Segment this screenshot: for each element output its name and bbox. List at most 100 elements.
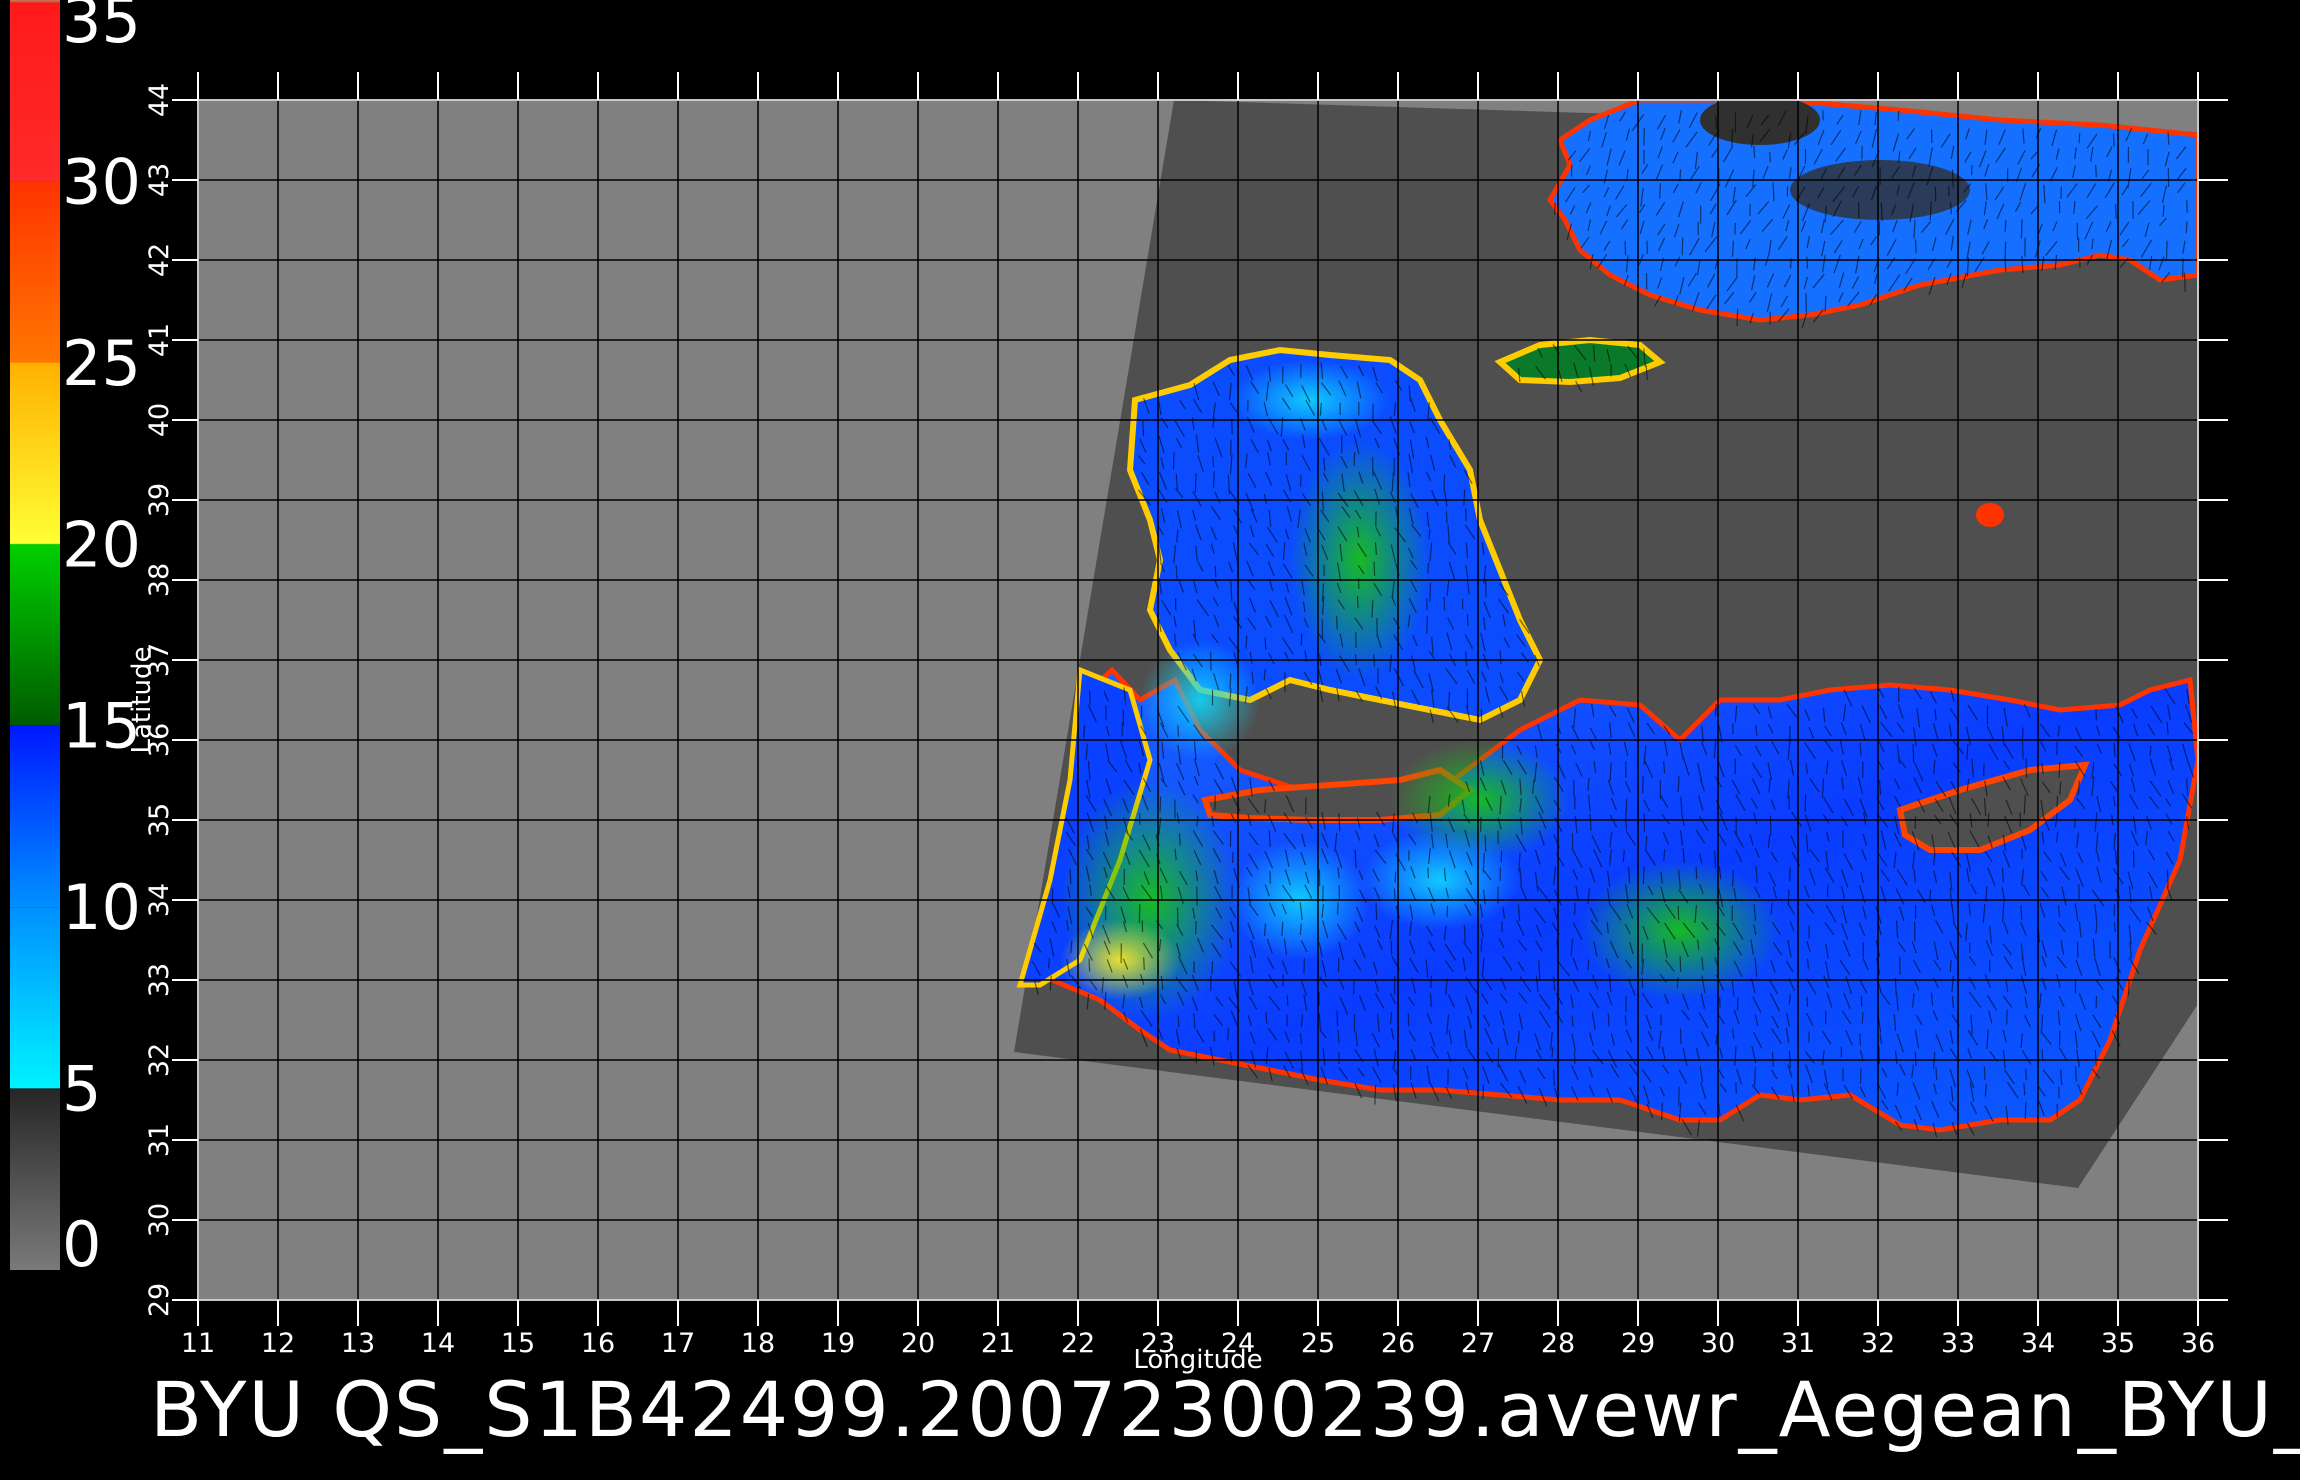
wind-vector [1679, 1028, 1682, 1045]
color-scale-segment [10, 362, 60, 544]
wind-vector [1806, 256, 1809, 269]
wind-vector [1754, 1066, 1756, 1086]
wind-vector [1048, 958, 1050, 969]
lat-tick-label: 41 [144, 323, 175, 357]
lat-tick-label: 42 [144, 243, 175, 277]
wind-vector [1352, 979, 1355, 995]
wind-vector [2166, 869, 2169, 888]
wind-vector [1088, 958, 1091, 972]
lon-tick-label: 16 [581, 1328, 615, 1359]
color-scale-bar [10, 0, 60, 1270]
wind-vector [1677, 776, 1680, 793]
color-scale-label: 5 [62, 1053, 101, 1126]
lat-tick-label: 30 [144, 1203, 175, 1237]
wind-vector [1336, 1011, 1339, 1027]
lon-tick-label: 32 [1861, 1328, 1895, 1359]
lon-tick-label: 13 [341, 1328, 375, 1359]
wind-vector [2165, 240, 2168, 260]
lat-tick-label: 44 [144, 83, 175, 117]
wind-vector [1736, 308, 1739, 326]
wind-vector [1426, 615, 1428, 634]
lon-tick-label: 35 [2101, 1328, 2135, 1359]
lon-tick-label: 25 [1301, 1328, 1335, 1359]
wind-vector [1824, 295, 1827, 312]
wind-vector [2004, 220, 2007, 232]
wind-vector [2078, 884, 2080, 900]
wind-vector [1949, 202, 1952, 215]
wind-vector [1443, 474, 1446, 491]
color-scale-label: 25 [62, 327, 141, 400]
wind-vector [1177, 1015, 1180, 1028]
wind-vector [1769, 151, 1771, 163]
wind-vector [1465, 508, 1467, 521]
wind-vector [1143, 957, 1145, 970]
wind-vector [2060, 186, 2063, 199]
color-scale-segment [10, 362, 60, 363]
lat-tick-label: 33 [144, 963, 175, 997]
lon-tick-label: 21 [981, 1328, 1015, 1359]
wind-vector [1335, 616, 1338, 630]
color-scale-segment [10, 1088, 60, 1089]
wind-vector [2057, 905, 2061, 917]
wind-vector [1643, 128, 1645, 146]
wind-vector [1484, 835, 1487, 852]
wind-vector [1356, 596, 1359, 609]
wind-vector [1859, 1033, 1862, 1046]
lat-tick-label: 34 [144, 883, 175, 917]
wind-vector [1466, 614, 1469, 626]
wind-vector [1375, 902, 1378, 921]
wind-vector [1463, 489, 1466, 506]
wind-vector [1194, 920, 1197, 935]
color-scale-segment [10, 3, 60, 182]
wind-vector [1281, 921, 1284, 937]
lat-tick-label: 35 [144, 803, 175, 837]
wind-vector [2186, 200, 2188, 213]
color-scale-label: 35 [62, 0, 141, 57]
wind-vector [1714, 703, 1717, 716]
wind-vector [1732, 870, 1734, 887]
wind-vector [1214, 565, 1217, 578]
wind-vector [2021, 741, 2024, 760]
color-scale-segment [10, 725, 60, 908]
lon-tick-label: 18 [741, 1328, 775, 1359]
wind-vector [1480, 937, 1483, 952]
wind-vector [2095, 709, 2097, 721]
wind-vector [2041, 1049, 2044, 1060]
wind-vector [2021, 727, 2024, 740]
wind-vector [1482, 1084, 1485, 1100]
color-scale-segment [10, 907, 60, 1089]
lat-tick-label: 32 [144, 1043, 175, 1077]
wind-vector [1551, 1047, 1554, 1058]
wind-vector [1914, 1051, 1917, 1067]
wind-vector [2095, 164, 2097, 177]
wind-vector [1897, 110, 1900, 121]
wind-vector [2074, 1066, 2077, 1082]
wind-vector [1159, 796, 1162, 812]
wind-vector [1430, 975, 1433, 989]
wind-vector [1142, 420, 1145, 437]
wind-vector [1625, 813, 1628, 830]
wind-vector [2114, 204, 2117, 220]
wind-vector [1753, 146, 1756, 158]
color-scale-labels: 35302520151050 [62, 0, 141, 1281]
color-scale-label: 20 [62, 508, 141, 581]
wind-vector [1571, 1015, 1574, 1027]
wind-vector [2078, 133, 2081, 144]
wind-vector [1393, 888, 1396, 901]
lat-tick-label: 29 [144, 1283, 175, 1317]
wind-vector [1194, 473, 1197, 494]
wind-vector [1676, 977, 1679, 988]
lon-tick-label: 34 [2021, 1328, 2055, 1359]
wind-vector [1789, 867, 1791, 882]
lon-tick-label: 26 [1381, 1328, 1415, 1359]
wind-vector [2112, 133, 2115, 147]
wind-vector [1374, 1085, 1377, 1105]
wind-vector [1268, 830, 1271, 847]
color-scale-segment [10, 544, 60, 726]
wind-vector [1804, 794, 1807, 812]
wind-vector [1069, 868, 1072, 885]
wind-vector [1212, 455, 1215, 468]
color-scale-segment [10, 0, 60, 4]
y-axis-title: Latitude [127, 646, 157, 753]
lon-tick-label: 28 [1541, 1328, 1575, 1359]
